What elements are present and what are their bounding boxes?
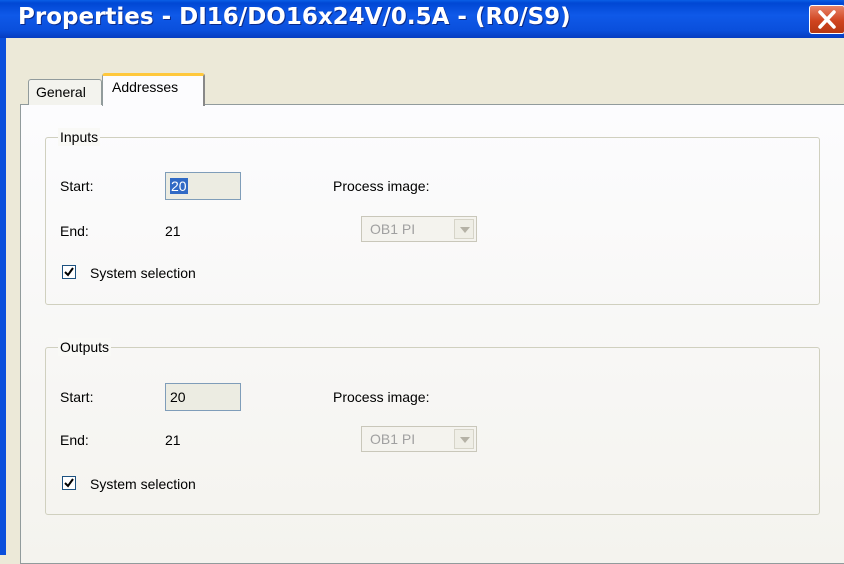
close-icon xyxy=(818,10,836,29)
inputs-process-image-value: OB1 PI xyxy=(370,221,416,237)
window-frame-left xyxy=(0,38,6,555)
chevron-down-icon xyxy=(460,227,470,233)
outputs-system-selection-checkbox[interactable] xyxy=(62,476,76,490)
outputs-process-image-select[interactable]: OB1 PI xyxy=(361,426,477,452)
outputs-legend: Outputs xyxy=(58,338,112,356)
inputs-system-selection-checkbox[interactable] xyxy=(62,265,76,279)
outputs-process-image-label: Process image: xyxy=(333,389,430,405)
chevron-down-icon xyxy=(460,437,470,443)
checkmark-icon xyxy=(64,267,74,277)
outputs-process-image-dropdown-button[interactable] xyxy=(454,429,474,449)
outputs-start-value: 20 xyxy=(170,389,186,405)
checkmark-icon xyxy=(64,478,74,488)
inputs-process-image-label: Process image: xyxy=(333,178,430,194)
inputs-start-field[interactable]: 20 xyxy=(165,172,241,200)
window-title: Properties - DI16/DO16x24V/0.5A - (R0/S9… xyxy=(18,4,571,30)
inputs-start-value: 20 xyxy=(170,178,188,194)
inputs-process-image-select[interactable]: OB1 PI xyxy=(361,216,477,242)
inputs-end-value: 21 xyxy=(165,223,181,239)
close-button[interactable] xyxy=(809,5,844,34)
inputs-legend: Inputs xyxy=(58,128,101,146)
outputs-process-image-value: OB1 PI xyxy=(370,431,416,447)
tab-addresses[interactable]: Addresses xyxy=(102,73,205,106)
tab-general[interactable]: General xyxy=(28,79,102,105)
inputs-system-selection-label[interactable]: System selection xyxy=(90,264,196,282)
tab-addresses-label: Addresses xyxy=(112,79,179,95)
inputs-start-label: Start: xyxy=(60,178,94,194)
outputs-start-label: Start: xyxy=(60,389,94,405)
outputs-end-label: End: xyxy=(60,432,89,448)
inputs-process-image-dropdown-button[interactable] xyxy=(454,219,474,239)
title-bar[interactable]: Properties - DI16/DO16x24V/0.5A - (R0/S9… xyxy=(0,0,844,38)
outputs-system-selection-label[interactable]: System selection xyxy=(90,475,196,493)
inputs-end-label: End: xyxy=(60,223,89,239)
outputs-end-value: 21 xyxy=(165,432,181,448)
outputs-start-field[interactable]: 20 xyxy=(165,383,241,411)
